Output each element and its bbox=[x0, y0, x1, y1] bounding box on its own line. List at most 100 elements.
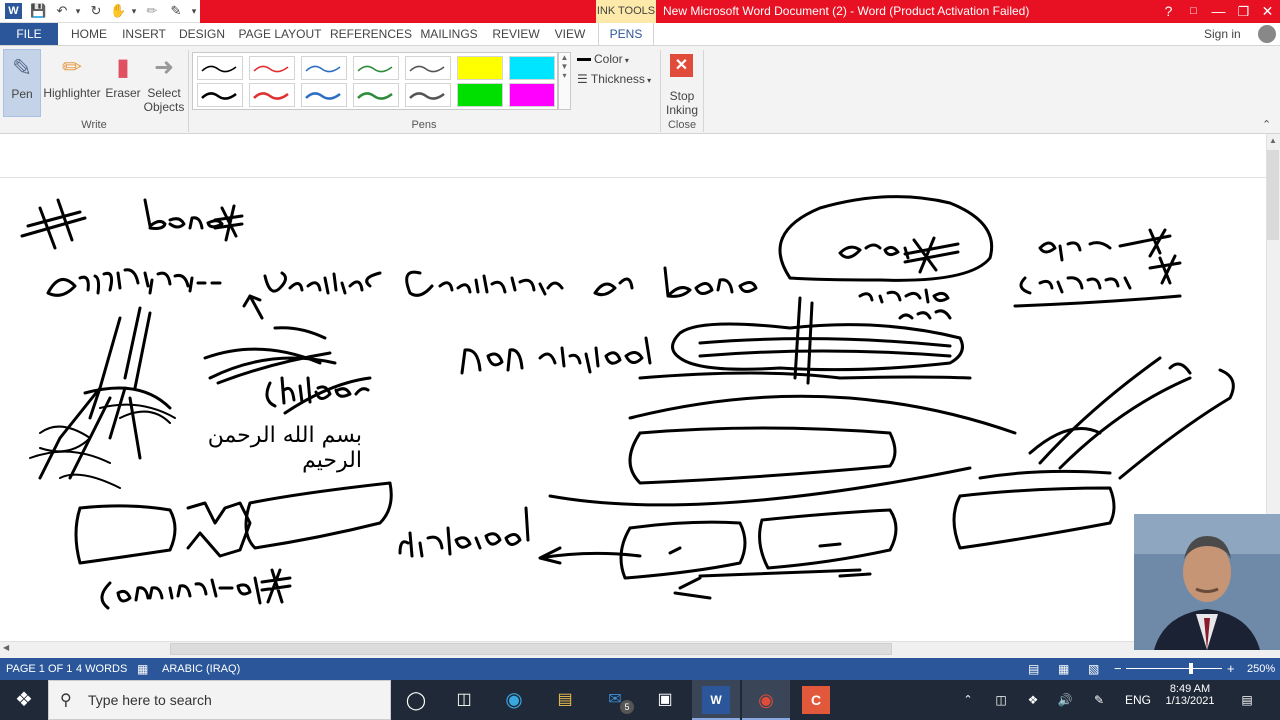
tray-overflow-icon[interactable]: ⌃ bbox=[958, 680, 978, 720]
highlighter-swatch[interactable] bbox=[457, 56, 503, 80]
pen-swatch[interactable] bbox=[405, 83, 451, 107]
undo-icon[interactable]: ↶ bbox=[54, 3, 70, 19]
scroll-up-icon[interactable]: ▲ bbox=[1266, 136, 1280, 148]
zoom-slider-thumb[interactable] bbox=[1189, 663, 1193, 674]
color-label: Color bbox=[594, 52, 623, 66]
thickness-dropdown[interactable]: ☰ Thickness ▾ bbox=[577, 72, 659, 90]
touch-mode-icon[interactable]: ✋ bbox=[110, 3, 126, 19]
draw-qat-icon[interactable]: ✎ bbox=[168, 3, 184, 19]
tab-insert[interactable]: INSERT bbox=[118, 23, 170, 45]
zoom-in-icon[interactable]: + bbox=[1227, 658, 1235, 680]
edge-icon[interactable]: ◉ bbox=[500, 686, 528, 714]
redo-icon[interactable]: ↻ bbox=[88, 3, 104, 19]
help-button[interactable]: ? bbox=[1156, 0, 1181, 23]
pen-swatch[interactable] bbox=[301, 83, 347, 107]
collapse-ribbon-icon[interactable]: ⌃ bbox=[1262, 118, 1271, 131]
tab-mailings[interactable]: MAILINGS bbox=[416, 23, 482, 45]
pen-swatch[interactable] bbox=[197, 56, 243, 80]
eraser-label: Eraser bbox=[105, 86, 141, 100]
tab-home[interactable]: HOME bbox=[64, 23, 114, 45]
thickness-icon: ☰ bbox=[577, 72, 588, 86]
color-dropdown[interactable]: Color ▾ bbox=[577, 52, 657, 70]
webcam-overlay bbox=[1134, 514, 1280, 650]
sign-in-link[interactable]: Sign in bbox=[1204, 23, 1254, 45]
pen-swatch[interactable] bbox=[353, 56, 399, 80]
select-objects-button[interactable]: ➜ Select Objects bbox=[142, 49, 186, 119]
pen-swatch[interactable] bbox=[353, 83, 399, 107]
tab-pens[interactable]: PENS bbox=[598, 23, 654, 45]
start-button[interactable]: ❖ bbox=[0, 680, 48, 720]
clock-time: 8:49 AM bbox=[1169, 683, 1211, 695]
arabic-text: بسم الله الرحمن الرحيم bbox=[207, 423, 362, 473]
clock-date: 1/13/2021 bbox=[1165, 695, 1215, 707]
language-indicator[interactable]: ARABIC (IRAQ) bbox=[162, 658, 240, 680]
search-placeholder: Type here to search bbox=[88, 692, 212, 708]
user-avatar-icon[interactable] bbox=[1258, 25, 1276, 43]
pens-group-label: Pens bbox=[411, 119, 437, 131]
print-layout-icon[interactable]: ▦ bbox=[1058, 658, 1069, 680]
pen-swatch[interactable] bbox=[249, 56, 295, 80]
tab-page-layout[interactable]: PAGE LAYOUT bbox=[236, 23, 324, 45]
select-objects-label-2: Objects bbox=[143, 100, 185, 114]
pen-workspace-icon[interactable]: ✎ bbox=[1088, 680, 1110, 720]
document-title: New Microsoft Word Document (2) - Word (… bbox=[663, 4, 1030, 18]
zoom-slider-track[interactable] bbox=[1126, 668, 1222, 669]
thickness-label: Thickness bbox=[590, 72, 645, 86]
pen-stroke-preview bbox=[253, 92, 289, 100]
pen-label: Pen bbox=[11, 87, 33, 101]
pen-swatch[interactable] bbox=[197, 83, 243, 107]
touch-dropdown-icon[interactable]: ▾ bbox=[126, 3, 142, 19]
zoom-out-icon[interactable]: − bbox=[1114, 658, 1122, 680]
dropbox-icon[interactable]: ❖ bbox=[1022, 680, 1044, 720]
pen-stroke-preview bbox=[357, 65, 393, 73]
highlighter-swatch[interactable] bbox=[509, 83, 555, 107]
tab-references[interactable]: REFERENCES bbox=[330, 23, 412, 45]
proofing-icon[interactable]: ▦ bbox=[137, 658, 148, 680]
read-mode-icon[interactable]: ▤ bbox=[1028, 658, 1039, 680]
tray-device-icon[interactable]: ◫ bbox=[990, 680, 1012, 720]
stop-inking-icon: ✕ bbox=[670, 54, 693, 77]
restore-button[interactable]: ❐ bbox=[1231, 0, 1256, 23]
save-icon[interactable]: 💾 bbox=[30, 3, 46, 19]
volume-icon[interactable]: 🔊 bbox=[1054, 680, 1076, 720]
horizontal-scroll-thumb[interactable] bbox=[170, 643, 892, 655]
web-layout-icon[interactable]: ▧ bbox=[1088, 658, 1099, 680]
scroll-left-icon[interactable]: ◀ bbox=[3, 643, 15, 655]
pen-stroke-preview bbox=[305, 92, 341, 100]
file-explorer-icon[interactable]: ▤ bbox=[551, 686, 579, 714]
pen-swatch[interactable] bbox=[405, 56, 451, 80]
task-view-icon[interactable]: ◫ bbox=[450, 686, 478, 714]
taskbar-clock[interactable]: 8:49 AM 1/13/2021 bbox=[1154, 683, 1226, 717]
notification-icon[interactable]: ▤ bbox=[1234, 680, 1260, 720]
pen-button[interactable]: ✎ Pen bbox=[3, 49, 41, 117]
document-canvas[interactable]: بسم الله الرحمن الرحيم bbox=[0, 178, 1266, 641]
highlighter-swatch[interactable] bbox=[457, 83, 503, 107]
mail-badge: 5 bbox=[620, 700, 634, 714]
pen-swatch[interactable] bbox=[249, 83, 295, 107]
zoom-level[interactable]: 250% bbox=[1247, 658, 1275, 680]
camtasia-icon[interactable]: C bbox=[802, 686, 830, 714]
vertical-scroll-thumb[interactable] bbox=[1267, 150, 1279, 240]
pen-stroke-preview bbox=[409, 65, 445, 73]
close-window-button[interactable]: ✕ bbox=[1255, 0, 1280, 23]
pen-qat-icon[interactable]: ✏ bbox=[144, 3, 160, 19]
tab-design[interactable]: DESIGN bbox=[176, 23, 228, 45]
highlighter-swatch[interactable] bbox=[509, 56, 555, 80]
input-language[interactable]: ENG bbox=[1122, 680, 1154, 720]
cortana-icon[interactable]: ◯ bbox=[402, 686, 430, 714]
eraser-button[interactable]: ▮ Eraser bbox=[104, 49, 142, 117]
undo-dropdown-icon[interactable]: ▾ bbox=[70, 3, 86, 19]
pens-gallery-scroll[interactable]: ▲ ▼ ▾ bbox=[558, 52, 571, 110]
page-count[interactable]: PAGE 1 OF 1 bbox=[6, 658, 72, 680]
store-icon[interactable]: ▣ bbox=[651, 686, 679, 714]
tab-file[interactable]: FILE bbox=[0, 23, 58, 45]
pens-gallery bbox=[192, 52, 558, 110]
tab-view[interactable]: VIEW bbox=[550, 23, 590, 45]
ink-drawing bbox=[20, 195, 1235, 610]
pen-swatch[interactable] bbox=[301, 56, 347, 80]
highlighter-button[interactable]: ✏ Highlighter bbox=[42, 49, 102, 117]
tab-review[interactable]: REVIEW bbox=[488, 23, 544, 45]
minimize-button[interactable]: — bbox=[1206, 0, 1231, 23]
word-count[interactable]: 4 WORDS bbox=[76, 658, 127, 680]
ribbon-display-options-icon[interactable]: □ bbox=[1181, 0, 1206, 23]
